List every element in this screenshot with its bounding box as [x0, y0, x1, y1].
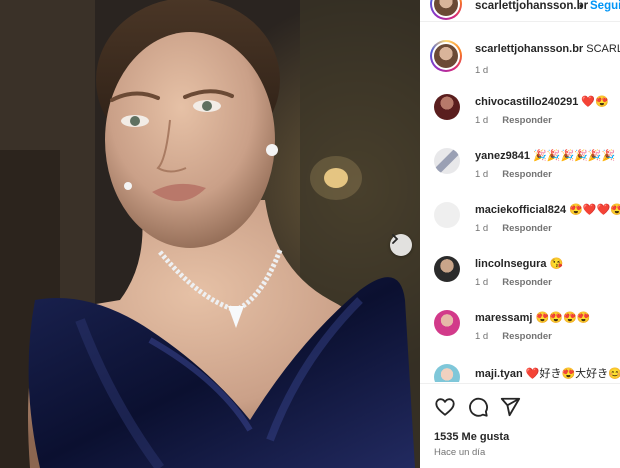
comment-text: 🎉🎉🎉🎉🎉🎉 [533, 150, 616, 162]
reply-button[interactable]: Responder [502, 169, 552, 180]
comment-username[interactable]: lincolnsegura [475, 258, 547, 270]
post-author-username[interactable]: scarlettjohansson.br [475, 43, 583, 55]
avatar[interactable] [434, 364, 460, 382]
comment-time: 1 d [475, 169, 489, 180]
post-caption: scarlettjohansson.br SCARLETT 1 d [420, 34, 620, 88]
comment-username[interactable]: chivocastillo240291 [475, 96, 578, 108]
comment-username[interactable]: yanez9841 [475, 150, 530, 162]
post-date: Hace un día [434, 447, 486, 458]
next-photo-button[interactable] [390, 234, 412, 256]
list-item: lincolnsegura 😘 1 d Responder [420, 252, 620, 306]
like-count[interactable]: 1535 Me gusta [434, 431, 509, 443]
comment-time: 1 d [475, 115, 489, 126]
caption-line: scarlettjohansson.br SCARLETT [475, 43, 620, 55]
list-item: chivocastillo240291 ❤️😍 1 d Responder [420, 90, 620, 144]
list-item: maressamj 😍😍😍😍 1 d Responder [420, 306, 620, 360]
comment-username[interactable]: maji.tyan [475, 368, 523, 380]
caption-text: SCARLETT [586, 43, 620, 55]
list-item: yanez9841 🎉🎉🎉🎉🎉🎉 1 d Responder [420, 144, 620, 198]
comment-icon[interactable] [467, 396, 489, 418]
avatar[interactable] [434, 310, 460, 336]
post-author-avatar[interactable] [430, 40, 462, 72]
follow-button[interactable]: Seguir [590, 0, 620, 12]
reply-button[interactable]: Responder [502, 115, 552, 126]
post-time: 1 d [475, 65, 489, 76]
post-header: scarlettjohansson.br • Seguir [420, 0, 620, 22]
comment-text: ❤️好き😍大好き😊 [525, 368, 620, 380]
reply-button[interactable]: Responder [502, 223, 552, 234]
comment-list[interactable]: scarlettjohansson.br SCARLETT 1 d chivoc… [420, 22, 620, 382]
portrait-image [0, 0, 420, 468]
header-username[interactable]: scarlettjohansson.br [475, 0, 588, 12]
header-separator: • [579, 0, 584, 13]
avatar[interactable] [434, 256, 460, 282]
comment-text: ❤️😍 [581, 96, 609, 108]
comment-time: 1 d [475, 331, 489, 342]
comment-text: 😘 [549, 258, 564, 270]
comments-panel: scarlettjohansson.br • Seguir scarlettjo… [420, 0, 620, 468]
reply-button[interactable]: Responder [502, 277, 552, 288]
comment-time: 1 d [475, 223, 489, 234]
heart-icon[interactable] [434, 396, 456, 418]
avatar[interactable] [434, 148, 460, 174]
comment-time: 1 d [475, 277, 489, 288]
reply-button[interactable]: Responder [502, 331, 552, 342]
comment-username[interactable]: maciekofficial824 [475, 204, 566, 216]
share-icon[interactable] [499, 396, 521, 418]
post-photo [0, 0, 420, 468]
chevron-right-icon [392, 234, 399, 244]
header-avatar[interactable] [430, 0, 462, 20]
comment-username[interactable]: maressamj [475, 312, 533, 324]
comment-text: 😍😍😍😍 [535, 312, 591, 324]
list-item: maji.tyan ❤️好き😍大好き😊 [420, 360, 620, 382]
action-bar: 1535 Me gusta Hace un día [420, 383, 620, 468]
avatar[interactable] [434, 94, 460, 120]
comment-text: 😍❤️❤️😍 [569, 204, 620, 216]
list-item: maciekofficial824 😍❤️❤️😍 1 d Responder [420, 198, 620, 252]
avatar[interactable] [434, 202, 460, 228]
